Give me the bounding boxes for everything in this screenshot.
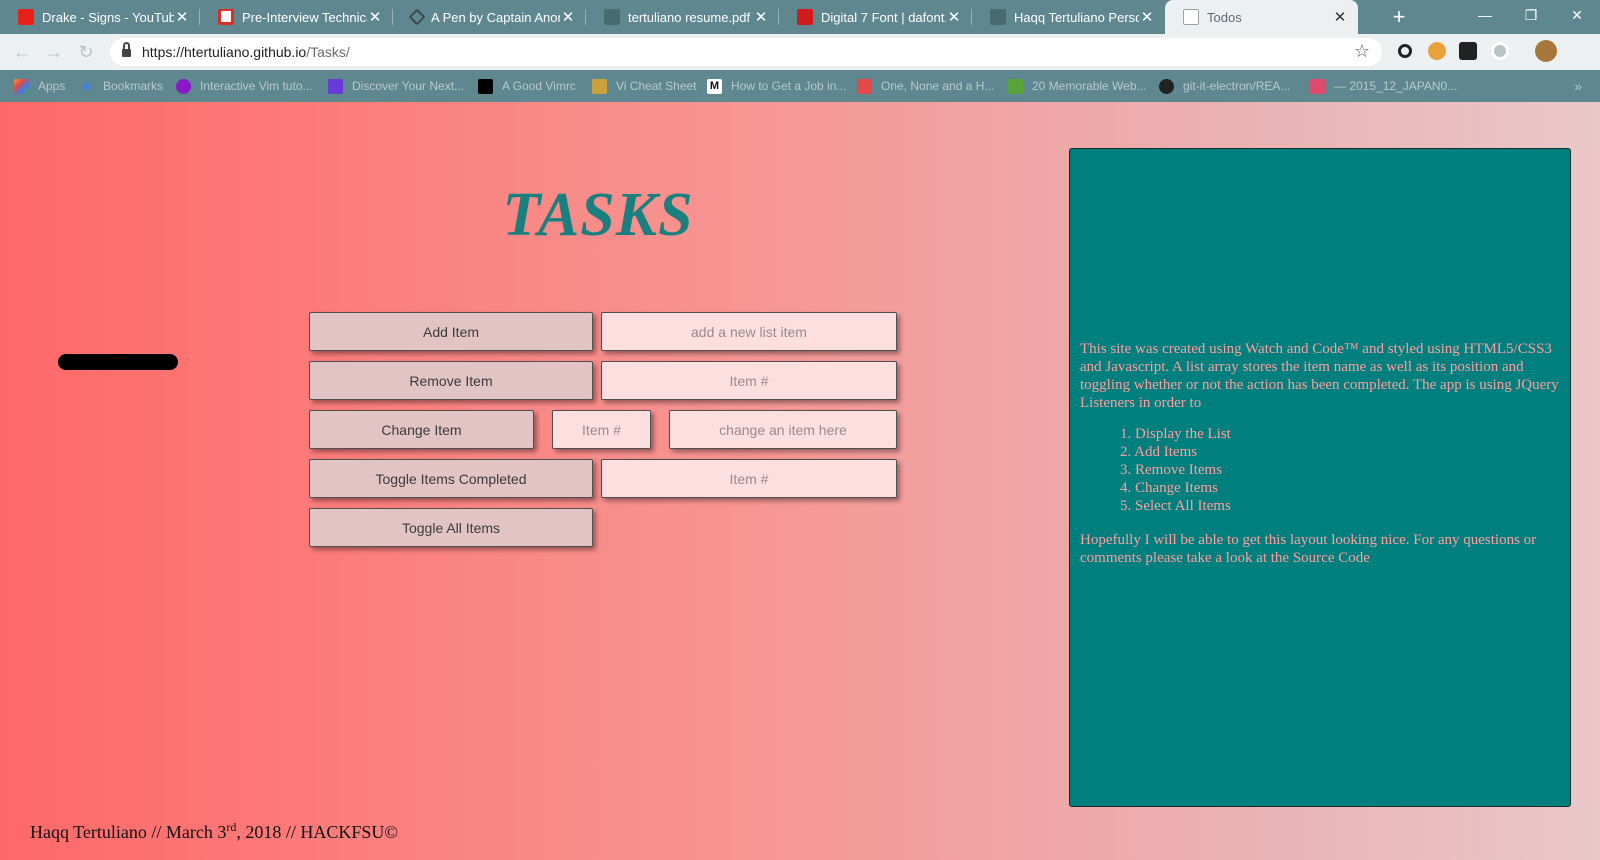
list-item: 4. Change Items <box>1120 480 1218 496</box>
url-text: https://htertuliano.github.io/Tasks/ <box>142 44 350 60</box>
remove-item-number-input[interactable]: Item # <box>601 361 897 400</box>
list-item: 1. Display the List <box>1120 426 1231 442</box>
close-icon[interactable]: ✕ <box>367 8 383 26</box>
bookmark-icon <box>857 78 872 94</box>
bookmark-discover[interactable]: Discover Your Next... <box>328 70 464 102</box>
close-icon[interactable]: ✕ <box>753 8 769 26</box>
close-icon[interactable]: ✕ <box>560 8 576 26</box>
restore-button[interactable]: ❐ <box>1508 0 1554 30</box>
tab-title: Pre-Interview Technical A <box>242 9 367 25</box>
list-item: 2. Add Items <box>1120 444 1198 460</box>
toggle-all-items-button[interactable]: Toggle All Items <box>309 508 593 547</box>
bookmark-medium[interactable]: M How to Get a Job in... <box>707 70 846 102</box>
tab-title: Todos <box>1207 9 1242 25</box>
bookmark-bookmarks[interactable]: ★ Bookmarks <box>79 70 163 102</box>
change-item-button[interactable]: Change Item <box>309 410 534 449</box>
minimize-button[interactable]: — <box>1462 0 1508 30</box>
tab-title: Digital 7 Font | dafont.co <box>821 9 946 25</box>
info-intro-text: This site was created using Watch and Co… <box>1080 341 1559 411</box>
book-icon <box>592 78 607 94</box>
close-icon[interactable]: ✕ <box>174 8 190 26</box>
forward-button[interactable]: → <box>42 40 66 64</box>
toggle-items-completed-button[interactable]: Toggle Items Completed <box>309 459 593 498</box>
toggle-item-number-input[interactable]: Item # <box>601 459 897 498</box>
bookmark-japan[interactable]: — 2015_12_JAPAN0... <box>1310 70 1457 102</box>
remove-item-button[interactable]: Remove Item <box>309 361 593 400</box>
info-panel: This site was created using Watch and Co… <box>1069 148 1571 807</box>
page-title: TASKS <box>502 181 694 249</box>
bookmark-apps[interactable]: Apps <box>14 70 65 102</box>
image-icon <box>1310 78 1325 94</box>
bookmark-memorable-web[interactable]: 20 Memorable Web... <box>1008 70 1147 102</box>
github-icon <box>1159 78 1174 94</box>
tab-title: Haqq Tertuliano Persona <box>1014 9 1139 25</box>
bookmarks-bar: Apps ★ Bookmarks Interactive Vim tuto... … <box>0 70 1600 102</box>
tab-youtube[interactable]: Drake - Signs - YouTube ✕ <box>0 0 200 34</box>
close-icon[interactable]: ✕ <box>1139 8 1155 26</box>
list-item: 5. Select All Items <box>1120 498 1231 514</box>
tab-title: A Pen by Captain Anonym <box>431 9 560 25</box>
footer-credit: Haqq Tertuliano // March 3rd, 2018 // HA… <box>30 820 399 842</box>
document-icon <box>604 9 620 25</box>
back-button[interactable]: ← <box>10 40 34 64</box>
browser-toolbar: ← → ↻ https://htertuliano.github.io/Task… <box>0 34 1600 70</box>
add-item-button[interactable]: Add Item <box>309 312 593 351</box>
bookmark-vimrc[interactable]: A Good Vimrc <box>478 70 576 102</box>
bookmark-git-it[interactable]: git-it-electron/REA... <box>1159 70 1290 102</box>
page-viewport: TASKS Add Item add a new list item Remov… <box>0 102 1600 860</box>
square-icon <box>478 78 493 94</box>
address-bar[interactable]: https://htertuliano.github.io/Tasks/ ☆ <box>110 38 1382 66</box>
feature-list: 1. Display the List 2. Add Items 3. Remo… <box>1120 425 1231 515</box>
list-item: 3. Remove Items <box>1120 462 1223 478</box>
info-outro-text: Hopefully I will be able to get this lay… <box>1080 532 1537 566</box>
youtube-icon <box>18 9 34 25</box>
lock-icon <box>122 42 131 57</box>
reload-button[interactable]: ↻ <box>74 40 98 64</box>
close-window-button[interactable]: ✕ <box>1554 0 1600 30</box>
shopify-icon <box>1008 78 1023 94</box>
tab-title: Drake - Signs - YouTube <box>42 9 174 25</box>
add-item-input[interactable]: add a new list item <box>601 312 897 351</box>
new-tab-button[interactable]: + <box>1386 4 1412 30</box>
tab-strip: Drake - Signs - YouTube ✕ Pre-Interview … <box>0 0 1600 34</box>
dafont-icon <box>797 9 813 25</box>
gmail-icon <box>218 9 234 25</box>
apps-grid-icon <box>14 78 29 94</box>
tab-gmail[interactable]: Pre-Interview Technical A ✕ <box>200 0 393 34</box>
document-icon <box>990 9 1006 25</box>
close-icon[interactable]: ✕ <box>1332 8 1348 26</box>
codepen-icon <box>408 8 426 26</box>
close-icon[interactable]: ✕ <box>946 8 962 26</box>
tab-title: tertuliano resume.pdf <box>628 9 751 25</box>
medium-icon: M <box>707 78 722 94</box>
tab-todos[interactable]: Todos ✕ <box>1165 0 1358 34</box>
tab-personal[interactable]: Haqq Tertuliano Persona ✕ <box>972 0 1165 34</box>
extension-screenshot-icon[interactable] <box>1459 42 1477 60</box>
tab-resume[interactable]: tertuliano resume.pdf ✕ <box>586 0 779 34</box>
list-icon <box>328 78 343 94</box>
profile-avatar[interactable] <box>1535 40 1557 62</box>
change-item-number-input[interactable]: Item # <box>552 410 651 449</box>
tab-codepen[interactable]: A Pen by Captain Anonym ✕ <box>393 0 586 34</box>
decorative-bar <box>58 354 178 370</box>
circle-icon <box>176 78 191 94</box>
bookmark-vi-cheat-sheet[interactable]: Vi Cheat Sheet <box>592 70 697 102</box>
bookmarks-overflow-chevron-icon[interactable]: » <box>1574 78 1582 94</box>
star-icon[interactable]: ☆ <box>1354 41 1370 62</box>
bookmark-vim-tutorial[interactable]: Interactive Vim tuto... <box>176 70 313 102</box>
change-item-text-input[interactable]: change an item here <box>669 410 897 449</box>
document-icon <box>1183 9 1199 25</box>
extension-sync-icon[interactable] <box>1398 44 1412 58</box>
star-icon: ★ <box>80 77 93 94</box>
tab-dafont[interactable]: Digital 7 Font | dafont.co ✕ <box>779 0 972 34</box>
extension-gear-icon[interactable] <box>1428 42 1446 60</box>
extension-circle-icon[interactable] <box>1491 42 1509 60</box>
bookmark-one-none[interactable]: One, None and a H... <box>857 70 994 102</box>
